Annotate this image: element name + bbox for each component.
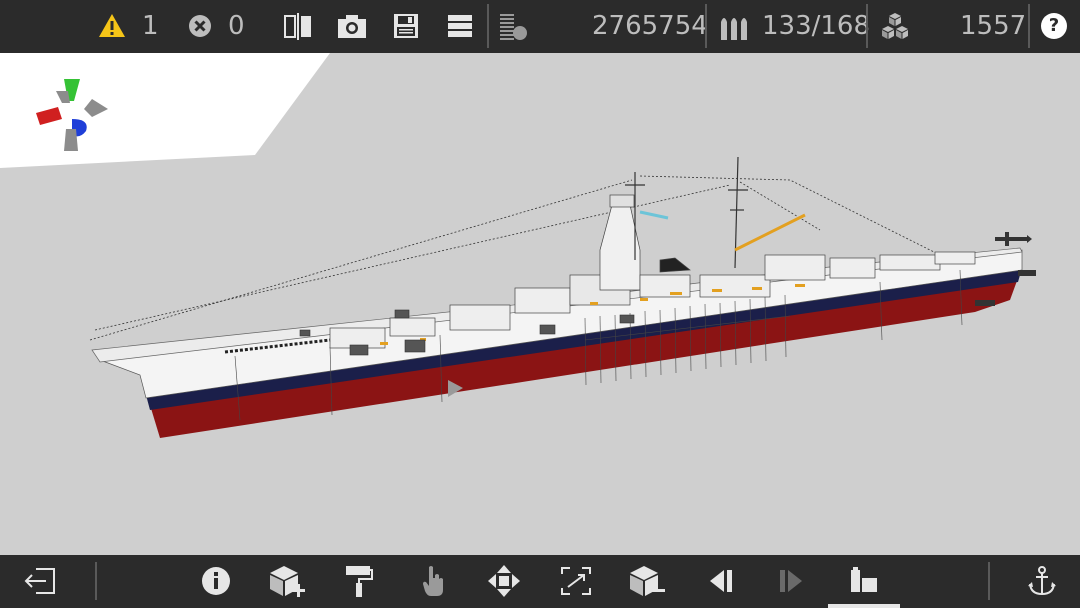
ship-hull [91,247,1023,438]
warning-icon[interactable] [98,13,126,38]
parts-count: 1557 [960,11,1027,41]
info-icon[interactable] [201,566,231,596]
bottombar-separator [988,562,990,600]
editor-viewport[interactable] [0,53,1080,555]
gizmo-gray-top [56,91,70,103]
toolbar-separator [487,4,489,48]
exit-icon[interactable] [24,567,56,595]
stats-icon[interactable] [498,12,530,42]
hand-pointer-icon[interactable] [421,564,447,598]
scene-canvas[interactable] [0,53,1080,555]
mirror-icon[interactable] [283,13,313,40]
error-count: 0 [228,11,245,41]
resize-icon[interactable] [560,566,592,596]
save-icon[interactable] [393,13,419,39]
error-icon[interactable] [188,14,212,38]
cubes-icon[interactable] [879,12,911,42]
warning-count: 1 [142,11,159,41]
block-count: 2765754 [592,11,708,41]
orientation-gizmo[interactable] [34,75,112,155]
gizmo-gray-bottom [64,129,78,151]
help-icon[interactable]: ? [1041,13,1067,39]
bottom-toolbar [0,555,1080,608]
anchor-icon[interactable] [1027,565,1057,597]
ammo-count: 133/168 [762,11,871,41]
rangefinder [639,210,669,220]
add-block-icon[interactable] [268,564,306,598]
toolbar-separator [1028,4,1030,48]
camera-icon[interactable] [337,14,367,39]
paint-roller-icon[interactable] [344,564,374,598]
bottombar-separator [95,562,97,600]
step-back-icon[interactable] [708,568,734,594]
crane-arm [734,213,806,252]
toolbar-separator [866,4,868,48]
build-mode-icon[interactable] [849,566,879,594]
top-toolbar: 1 0 2765754 133/168 1557 ? [0,0,1080,53]
aircraft-model [995,232,1032,246]
remove-block-icon[interactable] [628,564,666,598]
gizmo-gray-right [84,99,108,117]
move-icon[interactable] [487,564,521,598]
toolbar-separator [705,4,707,48]
step-forward-icon[interactable] [778,568,804,594]
layers-icon[interactable] [447,14,473,38]
ammo-icon[interactable] [719,12,749,42]
active-tab-indicator [828,604,900,608]
x-axis-red [36,107,62,125]
